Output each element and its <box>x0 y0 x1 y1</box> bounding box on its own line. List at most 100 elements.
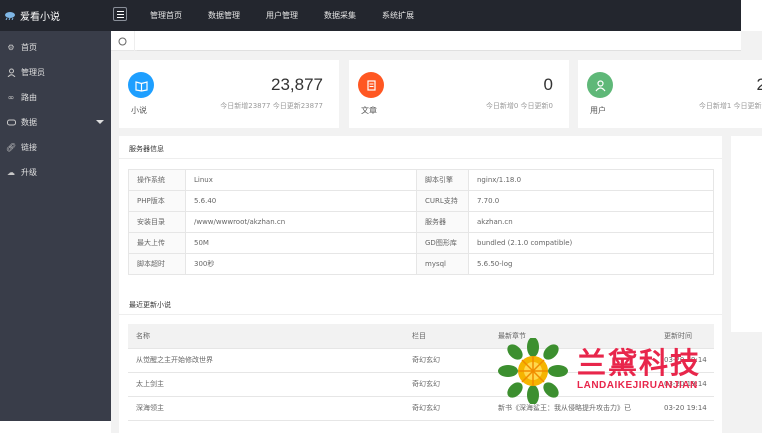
table-row: PHP版本 5.6.40 CURL支持 7.70.0 <box>128 190 714 212</box>
stat-value: 23,877 <box>271 75 323 94</box>
cell-key: 脚本超时 <box>128 253 186 275</box>
right-side-panel <box>731 136 762 313</box>
upgrade-icon: ☁ <box>7 168 15 177</box>
document-icon <box>366 79 376 91</box>
hamburger-icon-line <box>116 13 124 15</box>
table-row: 安装目录 /www/wwwroot/akzhan.cn 服务器 akzhan.c… <box>128 211 714 233</box>
stat-card-users: 2 用户 今日新增1 今日更新1 <box>578 60 762 128</box>
topnav-users[interactable]: 用户管理 <box>253 0 311 31</box>
cell-key: PHP版本 <box>128 190 186 212</box>
sidebar-item-upgrade[interactable]: ☁ 升级 <box>0 160 111 185</box>
tab-bar <box>111 31 741 51</box>
table-row: 脚本超时 300秒 mysql 5.6.50-log <box>128 253 714 275</box>
panel-title: 服务器信息 <box>129 145 164 153</box>
novel-category: 奇幻玄幻 <box>404 396 490 421</box>
sidebar-item-label: 数据 <box>21 118 37 127</box>
hamburger-icon <box>116 10 124 12</box>
cell-value: akzhan.cn <box>468 211 714 233</box>
table-row: 操作系统 Linux 脚本引擎 nginx/1.18.0 <box>128 169 714 191</box>
stat-icon-circle <box>358 72 384 98</box>
cell-key: 脚本引擎 <box>416 169 469 191</box>
cell-value: 5.6.40 <box>185 190 417 212</box>
topnav-home[interactable]: 管理首页 <box>137 0 195 31</box>
watermark: 兰黛科技 LANDAIKEJIRUANJIAN <box>497 338 735 404</box>
topnav-system[interactable]: 系统扩展 <box>369 0 427 31</box>
stat-label: 小说 <box>131 106 147 115</box>
right-side-panel-lower <box>731 292 762 332</box>
sidebar-item-label: 首页 <box>21 43 37 52</box>
sidebar-item-route[interactable]: ∞ 路由 <box>0 85 111 110</box>
menu-toggle-button[interactable] <box>113 7 127 21</box>
novel-category: 奇幻玄幻 <box>404 348 490 373</box>
cell-key: 最大上传 <box>128 232 186 254</box>
circle-icon <box>118 37 127 45</box>
topnav-collect[interactable]: 数据采集 <box>311 0 369 31</box>
sidebar-item-label: 升级 <box>21 168 37 177</box>
stat-card-novels: 23,877 小说 今日新增23877 今日更新23877 <box>119 60 339 128</box>
route-icon: ∞ <box>7 93 15 102</box>
panel-divider <box>119 158 722 159</box>
top-bar: 爱看小说 管理首页 数据管理 用户管理 数据采集 系统扩展 <box>0 0 741 31</box>
novel-name[interactable]: 深海领主 <box>128 396 404 421</box>
sidebar-item-admin[interactable]: 管理员 <box>0 60 111 85</box>
stat-subtext: 今日新增0 今日更新0 <box>485 102 553 110</box>
column-header: 名称 <box>128 324 404 349</box>
stat-card-articles: 0 文章 今日新增0 今日更新0 <box>349 60 569 128</box>
user-icon <box>595 79 605 91</box>
cell-value: nginx/1.18.0 <box>468 169 714 191</box>
app-title: 爱看小说 <box>20 12 60 23</box>
topnav-data[interactable]: 数据管理 <box>195 0 253 31</box>
gear-icon: ⚙ <box>7 43 15 52</box>
cell-value: Linux <box>185 169 417 191</box>
database-icon <box>6 118 16 128</box>
stat-value: 0 <box>543 75 553 94</box>
sidebar: ⚙ 首页 管理员 ∞ 路由 数据 🔗︎ 链接 ☁ 升级 <box>0 31 111 421</box>
novel-name[interactable]: 太上剑主 <box>128 372 404 397</box>
sidebar-item-label: 路由 <box>21 93 37 102</box>
watermark-cn-text: 兰黛科技 <box>577 346 702 380</box>
app-logo[interactable]: 爱看小说 <box>4 8 60 23</box>
stat-label: 用户 <box>590 106 606 115</box>
tab-underline <box>137 50 741 51</box>
column-header: 栏目 <box>404 324 490 349</box>
chevron-down-icon <box>96 120 104 124</box>
stat-label: 文章 <box>361 106 377 115</box>
sidebar-item-link[interactable]: 🔗︎ 链接 <box>0 135 111 160</box>
cell-key: 服务器 <box>416 211 469 233</box>
stat-value: 2 <box>756 75 762 94</box>
novel-category: 奇幻玄幻 <box>404 372 490 397</box>
cell-key: CURL支持 <box>416 190 469 212</box>
cell-key: GD图形库 <box>416 232 469 254</box>
stat-icon-circle <box>128 72 154 98</box>
stat-subtext: 今日新增1 今日更新1 <box>698 102 762 110</box>
server-info-panel: 服务器信息 操作系统 Linux 脚本引擎 nginx/1.18.0 PHP版本… <box>119 136 722 313</box>
book-icon <box>134 80 148 92</box>
cell-value: 5.6.50-log <box>468 253 714 275</box>
stat-icon-circle <box>587 72 613 98</box>
cloud-logo-icon <box>5 12 15 20</box>
novel-name[interactable]: 从觉醒之主开始修改世界 <box>128 348 404 373</box>
sidebar-item-label: 链接 <box>21 143 37 152</box>
server-info-table: 操作系统 Linux 脚本引擎 nginx/1.18.0 PHP版本 5.6.4… <box>128 169 714 275</box>
sidebar-item-home[interactable]: ⚙ 首页 <box>0 35 111 60</box>
cell-value: 50M <box>185 232 417 254</box>
cell-value: 7.70.0 <box>468 190 714 212</box>
cell-key: 操作系统 <box>128 169 186 191</box>
panel-divider <box>119 314 722 315</box>
panel-title: 最近更新小说 <box>129 301 171 309</box>
table-row: 最大上传 50M GD图形库 bundled (2.1.0 compatible… <box>128 232 714 254</box>
cell-value: 300秒 <box>185 253 417 275</box>
stat-subtext: 今日新增23877 今日更新23877 <box>220 102 323 110</box>
cell-key: 安装目录 <box>128 211 186 233</box>
sidebar-item-data[interactable]: 数据 <box>0 110 111 135</box>
hamburger-icon-line <box>116 16 124 18</box>
home-tab[interactable] <box>111 31 135 51</box>
user-icon <box>6 68 16 78</box>
cell-value: bundled (2.1.0 compatible) <box>468 232 714 254</box>
sidebar-item-label: 管理员 <box>21 68 45 77</box>
link-icon: 🔗︎ <box>5 143 17 152</box>
top-nav: 管理首页 数据管理 用户管理 数据采集 系统扩展 <box>137 0 427 31</box>
sunflower-logo-icon <box>498 338 568 404</box>
cell-key: mysql <box>416 253 469 275</box>
cell-value: /www/wwwroot/akzhan.cn <box>185 211 417 233</box>
